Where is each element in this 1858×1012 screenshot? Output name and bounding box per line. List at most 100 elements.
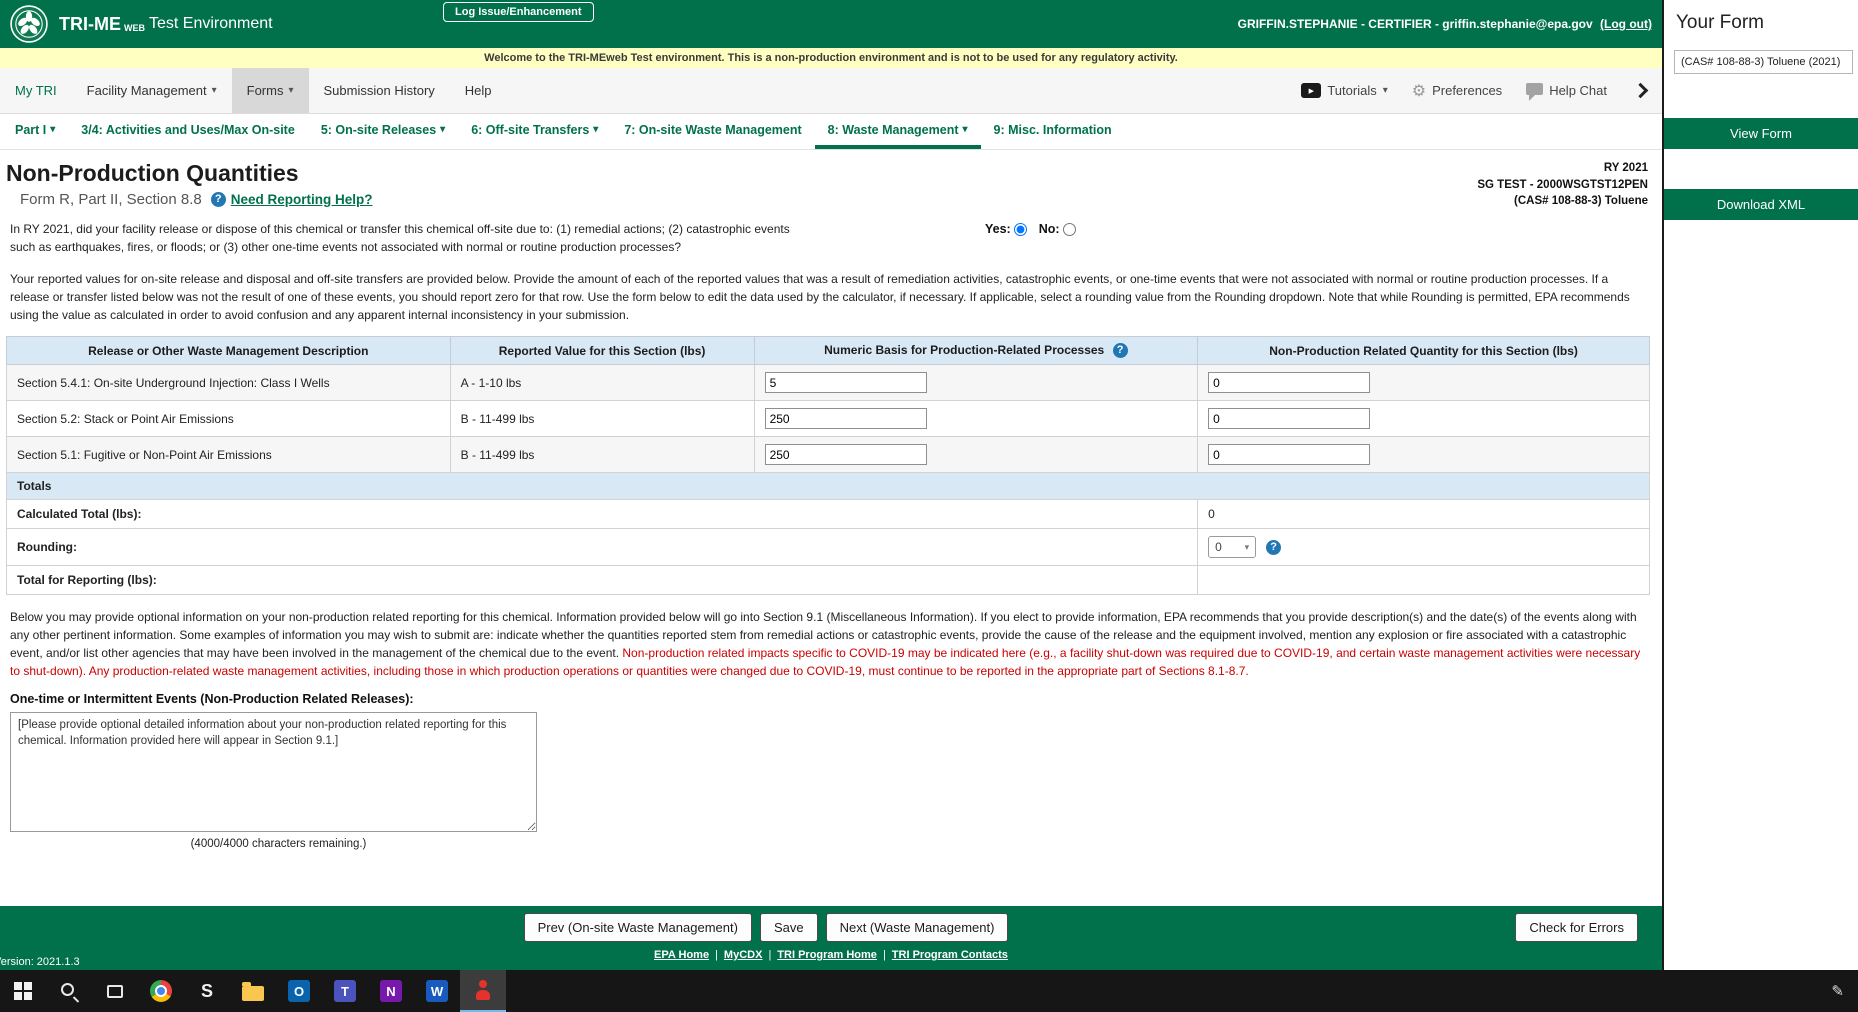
totals-header-row: Totals xyxy=(7,473,1650,500)
onenote-taskbar-button[interactable]: N xyxy=(368,970,414,1012)
nav-item-forms[interactable]: Forms ▾ xyxy=(232,68,309,113)
outlook-icon: O xyxy=(288,980,310,1002)
body-row: TRI-ME WEB Test Environment Log Issue/En… xyxy=(0,0,1858,970)
caret-down-icon: ▾ xyxy=(440,124,445,135)
events-label: One-time or Intermittent Events (Non-Pro… xyxy=(6,692,1650,706)
windows-logo-icon xyxy=(14,982,32,1000)
form-nav-onsite-releases[interactable]: 5: On-site Releases ▾ xyxy=(308,114,458,149)
gear-icon: ⚙ xyxy=(1412,81,1426,101)
yes-radio[interactable] xyxy=(1014,223,1027,236)
search-icon xyxy=(61,983,74,996)
active-app-taskbar-button[interactable] xyxy=(460,970,506,1012)
footer-link-tri-program-home[interactable]: TRI Program Home xyxy=(777,949,877,961)
help-circle-icon[interactable]: ? xyxy=(1113,343,1128,358)
prev-button[interactable]: Prev (On-site Waste Management) xyxy=(524,913,752,942)
col-header-reported-value: Reported Value for this Section (lbs) xyxy=(450,337,754,365)
form-nav-waste-management[interactable]: 8: Waste Management ▾ xyxy=(815,114,981,149)
s-app-icon: S xyxy=(201,981,213,1002)
user-identity: GRIFFIN.STEPHANIE - CERTIFIER - griffin.… xyxy=(1238,17,1593,31)
form-nav-part-i[interactable]: Part I ▾ xyxy=(2,114,68,149)
task-view-button[interactable] xyxy=(92,970,138,1012)
need-reporting-help-link[interactable]: Need Reporting Help? xyxy=(231,192,373,207)
non-production-qty-input[interactable] xyxy=(1208,408,1370,429)
form-nav-activities-uses[interactable]: 3/4: Activities and Uses/Max On-site xyxy=(68,114,308,149)
caret-down-icon: ▾ xyxy=(593,124,598,135)
pen-tray-button[interactable]: ✎ xyxy=(1831,982,1858,1000)
question-row: In RY 2021, did your facility release or… xyxy=(6,220,1650,256)
next-button[interactable]: Next (Waste Management) xyxy=(826,913,1009,942)
rounding-select[interactable]: 0 ▾ xyxy=(1208,536,1256,558)
chevron-right-icon[interactable] xyxy=(1633,83,1649,99)
row-description: Section 5.2: Stack or Point Air Emission… xyxy=(7,401,451,437)
active-app-icon xyxy=(473,980,493,1001)
footer-link-mycdx[interactable]: MyCDX xyxy=(724,949,763,961)
caret-down-icon: ▾ xyxy=(212,85,217,96)
help-chat-button[interactable]: Help Chat xyxy=(1514,83,1619,98)
form-nav-offsite-transfers[interactable]: 6: Off-site Transfers ▾ xyxy=(458,114,611,149)
s-app-taskbar-button[interactable]: S xyxy=(184,970,230,1012)
yes-label: Yes: xyxy=(985,222,1011,236)
save-button[interactable]: Save xyxy=(760,913,818,942)
view-form-button[interactable]: View Form xyxy=(1664,118,1858,149)
caret-down-icon: ▾ xyxy=(963,124,968,135)
events-textarea[interactable]: [Please provide optional detailed inform… xyxy=(10,712,537,832)
calculated-total-label: Calculated Total (lbs): xyxy=(7,500,1198,529)
calculated-total-value: 0 xyxy=(1198,500,1650,529)
brand: TRI-ME WEB Test Environment xyxy=(10,4,273,44)
non-production-qty-input[interactable] xyxy=(1208,444,1370,465)
nav-item-facility-management[interactable]: Facility Management ▾ xyxy=(72,68,232,113)
help-circle-icon[interactable]: ? xyxy=(1266,540,1281,555)
outlook-taskbar-button[interactable]: O xyxy=(276,970,322,1012)
caret-down-icon: ▾ xyxy=(1245,542,1250,553)
video-icon: ▶ xyxy=(1301,83,1321,98)
help-circle-icon[interactable]: ? xyxy=(211,192,226,207)
totals-label: Totals xyxy=(7,473,1650,500)
row-reported-value: B - 11-499 lbs xyxy=(450,437,754,473)
form-nav-misc-information[interactable]: 9: Misc. Information xyxy=(981,114,1125,149)
row-reported-value: A - 1-10 lbs xyxy=(450,365,754,401)
rounding-cell: 0 ▾ ? xyxy=(1208,536,1639,558)
numeric-basis-input[interactable] xyxy=(765,444,927,465)
footer-link-epa-home[interactable]: EPA Home xyxy=(654,949,709,961)
numeric-basis-input[interactable] xyxy=(765,408,927,429)
page-head: Non-Production Quantities Form R, Part I… xyxy=(6,160,1650,210)
caret-down-icon: ▾ xyxy=(288,85,293,96)
yes-no-radio-group: Yes: No: xyxy=(985,220,1088,256)
app-header: TRI-ME WEB Test Environment Log Issue/En… xyxy=(0,0,1662,48)
table-header-row: Release or Other Waste Management Descri… xyxy=(7,337,1650,365)
preferences-button[interactable]: ⚙ Preferences xyxy=(1400,81,1514,101)
col-header-numeric-basis: Numeric Basis for Production-Related Pro… xyxy=(754,337,1198,365)
word-taskbar-button[interactable]: W xyxy=(414,970,460,1012)
onenote-icon: N xyxy=(380,980,402,1002)
nav-item-help[interactable]: Help xyxy=(450,68,507,113)
app-name-web: WEB xyxy=(124,23,145,33)
no-label: No: xyxy=(1039,222,1060,236)
version-label: Version: 2021.1.3 xyxy=(0,956,80,968)
nav-buttons-row: Prev (On-site Waste Management) Save Nex… xyxy=(0,913,1597,942)
numeric-basis-input[interactable] xyxy=(765,372,927,393)
logout-link[interactable]: (Log out) xyxy=(1600,17,1652,31)
log-issue-button[interactable]: Log Issue/Enhancement xyxy=(443,2,594,22)
footer-links: EPA Home|MyCDX|TRI Program Home|TRI Prog… xyxy=(0,949,1662,961)
user-info: GRIFFIN.STEPHANIE - CERTIFIER - griffin.… xyxy=(1238,17,1652,31)
no-radio[interactable] xyxy=(1063,223,1076,236)
teams-taskbar-button[interactable]: T xyxy=(322,970,368,1012)
form-nav-onsite-waste-management[interactable]: 7: On-site Waste Management xyxy=(611,114,814,149)
download-xml-button[interactable]: Download XML xyxy=(1664,189,1858,220)
non-production-qty-input[interactable] xyxy=(1208,372,1370,393)
bottom-action-bar: Prev (On-site Waste Management) Save Nex… xyxy=(0,906,1662,970)
start-button[interactable] xyxy=(0,970,46,1012)
chrome-taskbar-button[interactable] xyxy=(138,970,184,1012)
non-production-table: Release or Other Waste Management Descri… xyxy=(6,336,1650,595)
search-button[interactable] xyxy=(46,970,92,1012)
footer-link-tri-program-contacts[interactable]: TRI Program Contacts xyxy=(892,949,1008,961)
screen: TRI-ME WEB Test Environment Log Issue/En… xyxy=(0,0,1858,1012)
nav-item-submission-history[interactable]: Submission History xyxy=(309,68,450,113)
file-explorer-taskbar-button[interactable] xyxy=(230,970,276,1012)
epa-logo-icon xyxy=(10,4,50,44)
nav-item-my-tri[interactable]: My TRI xyxy=(0,68,72,113)
check-for-errors-button[interactable]: Check for Errors xyxy=(1515,913,1638,942)
tutorials-menu[interactable]: ▶ Tutorials ▾ xyxy=(1289,83,1399,98)
row-description: Section 5.4.1: On-site Underground Injec… xyxy=(7,365,451,401)
form-selector[interactable]: (CAS# 108-88-3) Toluene (2021) xyxy=(1674,50,1853,74)
